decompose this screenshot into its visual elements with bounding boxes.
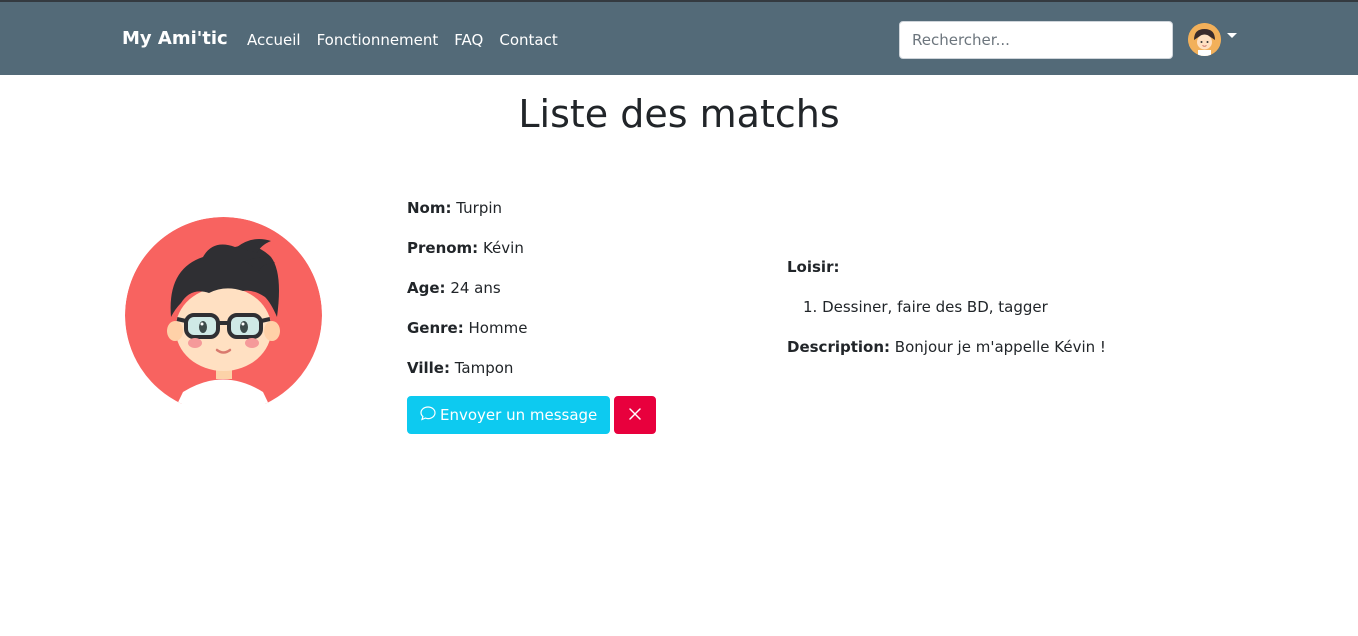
navbar: My Ami'tic Accueil Fonctionnement FAQ Co…: [0, 2, 1358, 75]
user-menu-toggle[interactable]: [1188, 23, 1237, 56]
nav-link-contact[interactable]: Contact: [499, 31, 557, 49]
page-title: Liste des matchs: [518, 92, 840, 136]
close-icon: [628, 407, 642, 424]
chat-bubble-icon: [420, 405, 436, 425]
match-info: Nom: Turpin Prenom: Kévin Age: 24 ans Ge…: [407, 199, 747, 434]
brand-link[interactable]: My Ami'tic: [122, 28, 228, 49]
nav-link-fonctionnement[interactable]: Fonctionnement: [317, 31, 439, 49]
field-label: Nom:: [407, 199, 452, 217]
field-age: Age: 24 ans: [407, 279, 747, 319]
remove-match-button[interactable]: [614, 396, 657, 434]
field-ville: Ville: Tampon: [407, 359, 747, 399]
hobbies-list: 1. Dessiner, faire des BD, tagger: [803, 298, 1287, 316]
description-label: Description:: [787, 338, 891, 356]
field-label: Prenom:: [407, 239, 479, 257]
field-value: Turpin: [456, 199, 503, 217]
send-message-label: Envoyer un message: [440, 406, 598, 424]
nav-link-accueil[interactable]: Accueil: [247, 31, 301, 49]
field-label: Genre:: [407, 319, 464, 337]
field-value: Kévin: [482, 239, 524, 257]
description: Description: Bonjour je m'appelle Kévin …: [787, 338, 1287, 356]
field-prenom: Prenom: Kévin: [407, 239, 747, 279]
field-value: Homme: [468, 319, 528, 337]
field-label: Ville:: [407, 359, 450, 377]
field-genre: Genre: Homme: [407, 319, 747, 359]
hobbies-label: Loisir:: [787, 258, 840, 276]
user-avatar-icon[interactable]: [1188, 23, 1221, 56]
description-text: Bonjour je m'appelle Kévin !: [894, 338, 1106, 356]
list-item: 1. Dessiner, faire des BD, tagger: [803, 298, 1048, 316]
match-details: Loisir: 1. Dessiner, faire des BD, tagge…: [787, 258, 1287, 356]
field-value: Tampon: [454, 359, 514, 377]
send-message-button[interactable]: Envoyer un message: [407, 396, 611, 434]
caret-down-icon[interactable]: [1227, 33, 1237, 38]
field-nom: Nom: Turpin: [407, 199, 747, 239]
nav-links: Accueil Fonctionnement FAQ Contact: [247, 31, 558, 49]
nav-link-faq[interactable]: FAQ: [454, 31, 483, 49]
field-value: 24 ans: [450, 279, 501, 297]
search-input[interactable]: [899, 21, 1173, 59]
match-actions: Envoyer un message: [407, 396, 747, 434]
field-label: Age:: [407, 279, 446, 297]
boy-with-glasses-avatar: [125, 217, 322, 414]
